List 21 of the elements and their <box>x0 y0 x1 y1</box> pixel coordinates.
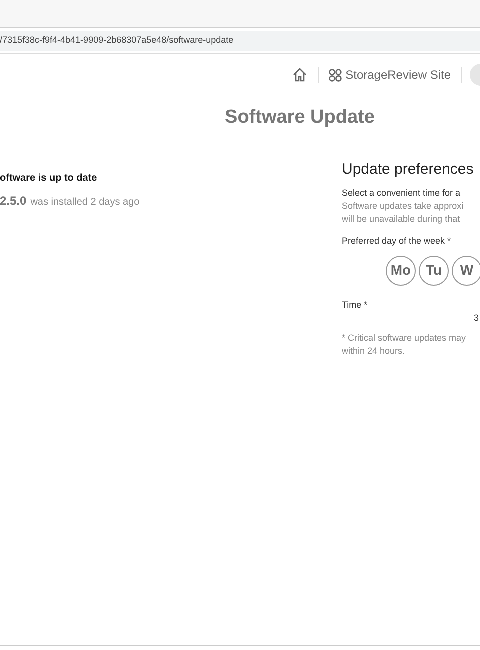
status-heading: oftware is up to date <box>0 172 98 186</box>
day-toggle[interactable]: W <box>452 256 480 286</box>
grid-icon <box>328 68 342 82</box>
address-bar[interactable]: /7315f38c-f9f4-4b41-9909-2b68307a5e48/software-update <box>0 30 480 50</box>
home-icon[interactable] <box>292 67 308 83</box>
intro-text: Select a convenient time for a <box>342 187 462 200</box>
page-title: Software Update <box>225 106 375 130</box>
url-text: /7315f38c-f9f4-4b41-9909-2b68307a5e48/software-update <box>0 34 234 47</box>
day-toggle[interactable]: Tu <box>419 256 449 286</box>
installed-text: was installed 2 days ago <box>30 196 140 210</box>
field-label: Preferred day of the week * <box>342 235 452 248</box>
day-toggle[interactable]: Mo <box>386 256 416 286</box>
field-label: Time * <box>342 298 369 312</box>
note-text: will be unavailable during that <box>342 213 462 226</box>
footnote-text: * Critical software updates may <box>342 332 468 344</box>
time-value: 3 <box>474 312 479 325</box>
version-number: 2.5.0 <box>0 192 27 210</box>
footnote-text: within 24 hours. <box>342 344 406 358</box>
section-heading: Update preferences <box>342 160 475 180</box>
note-text: Software updates take approxi <box>342 200 465 213</box>
site-link[interactable]: StorageReview Site <box>328 66 451 84</box>
